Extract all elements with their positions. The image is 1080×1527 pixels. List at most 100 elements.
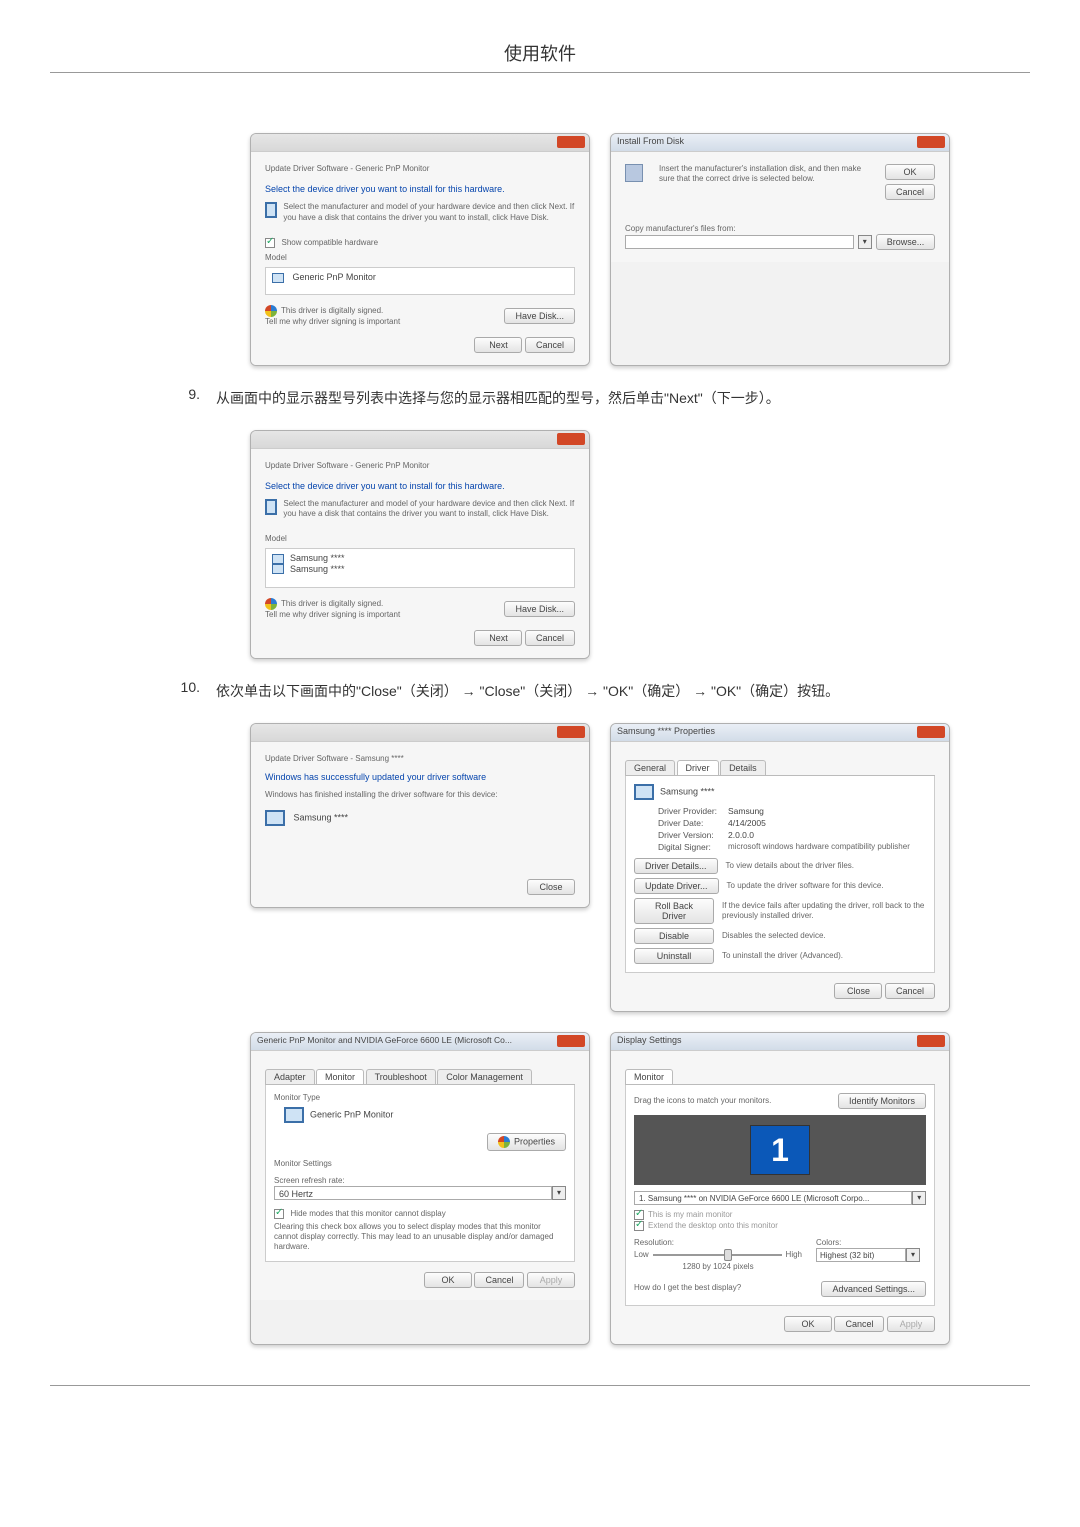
signing-link[interactable]: Tell me why driver signing is important [265,317,400,327]
path-input[interactable] [625,235,854,249]
close-icon[interactable] [557,136,585,148]
model-label: Model [265,534,575,544]
signing-link[interactable]: Tell me why driver signing is important [265,610,400,620]
chevron-down-icon[interactable]: ▾ [552,1186,566,1200]
window-title: Display Settings [617,1035,682,1045]
browse-button[interactable]: Browse... [876,234,935,250]
step-text: 从画面中的显示器型号列表中选择与您的显示器相匹配的型号，然后单击"Next"（下… [216,386,910,411]
rollback-button[interactable]: Roll Back Driver [634,898,714,924]
divider-top [50,72,1030,73]
apply-button[interactable]: Apply [887,1316,935,1332]
step-number: 9. [170,386,200,411]
model-listbox[interactable]: Generic PnP Monitor [265,267,575,295]
update-driver-button[interactable]: Update Driver... [634,878,719,894]
window-install-from-disk: Install From Disk Insert the manufacture… [610,133,950,366]
floppy-icon [625,164,643,182]
tab-adapter[interactable]: Adapter [265,1069,315,1084]
breadcrumb: Update Driver Software - Generic PnP Mon… [265,461,575,471]
close-button[interactable]: Close [527,879,575,895]
window-title: Install From Disk [617,136,684,146]
close-icon[interactable] [917,136,945,148]
next-button[interactable]: Next [474,630,522,646]
tab-general[interactable]: General [625,760,675,775]
instruction-text: Select the manufacturer and model of you… [283,499,575,520]
ok-button[interactable]: OK [784,1316,832,1332]
disable-button[interactable]: Disable [634,928,714,944]
monitor-icon [634,784,654,800]
breadcrumb: Update Driver Software - Samsung **** [265,754,575,764]
monitor-icon [265,810,285,826]
close-icon[interactable] [557,1035,585,1047]
window-title: Samsung **** Properties [617,726,715,736]
close-icon[interactable] [917,1035,945,1047]
identify-button[interactable]: Identify Monitors [838,1093,926,1109]
apply-button[interactable]: Apply [527,1272,575,1288]
monitor-icon [265,202,277,218]
resolution-value: 1280 by 1024 pixels [634,1262,802,1272]
tab-details[interactable]: Details [720,760,766,775]
drag-label: Drag the icons to match your monitors. [634,1096,771,1106]
resolution-slider[interactable] [653,1254,782,1256]
monitor-type-label: Monitor Type [274,1093,566,1103]
window-update-success: Update Driver Software - Samsung **** Wi… [250,723,590,908]
colors-select[interactable]: Highest (32 bit) [816,1248,906,1262]
device-name: Samsung **** [294,813,349,823]
divider-bottom [50,1385,1030,1386]
ok-button[interactable]: OK [424,1272,472,1288]
monitor-select[interactable]: 1. Samsung **** on NVIDIA GeForce 6600 L… [634,1191,912,1205]
step-text: 依次单击以下画面中的"Close"（关闭） → "Close"（关闭） → "O… [216,679,910,704]
window-update-driver-1: Update Driver Software - Generic PnP Mon… [250,133,590,366]
advanced-settings-button[interactable]: Advanced Settings... [821,1281,926,1297]
tab-troubleshoot[interactable]: Troubleshoot [366,1069,436,1084]
cancel-button[interactable]: Cancel [834,1316,884,1332]
cancel-button[interactable]: Cancel [474,1272,524,1288]
show-compat-label: Show compatible hardware [282,238,379,247]
monitor-icon [284,1107,304,1123]
cancel-button[interactable]: Cancel [885,983,935,999]
window-device-properties: Samsung **** Properties General Driver D… [610,723,950,1012]
sub-text: Windows has finished installing the driv… [265,790,575,800]
instruction-text: Select the manufacturer and model of you… [283,202,575,223]
cancel-button[interactable]: Cancel [525,337,575,353]
tab-monitor[interactable]: Monitor [625,1069,673,1084]
ok-button[interactable]: OK [885,164,935,180]
chevron-down-icon[interactable]: ▾ [906,1248,920,1262]
have-disk-button[interactable]: Have Disk... [504,308,575,324]
instruction-text: Insert the manufacturer's installation d… [659,164,877,185]
uninstall-button[interactable]: Uninstall [634,948,714,964]
driver-details-button[interactable]: Driver Details... [634,858,718,874]
tab-monitor[interactable]: Monitor [316,1069,364,1084]
colors-label: Colors: [816,1238,926,1248]
best-display-link[interactable]: How do I get the best display? [634,1283,741,1293]
step-number: 10. [170,679,200,704]
model-listbox[interactable]: Samsung **** Samsung **** [265,548,575,588]
monitor-icon [265,499,277,515]
shield-icon [265,598,277,610]
close-icon[interactable] [557,726,585,738]
properties-button[interactable]: Properties [487,1133,566,1151]
window-display-settings: Display Settings Monitor Drag the icons … [610,1032,950,1345]
heading: Windows has successfully updated your dr… [265,772,575,782]
window-monitor-advanced: Generic PnP Monitor and NVIDIA GeForce 6… [250,1032,590,1345]
breadcrumb: Update Driver Software - Generic PnP Mon… [265,164,575,174]
chevron-down-icon[interactable]: ▾ [912,1191,926,1205]
monitor-settings-label: Monitor Settings [274,1159,566,1169]
hide-modes-desc: Clearing this check box allows you to se… [274,1222,566,1253]
extend-checkbox[interactable] [634,1221,644,1231]
cancel-button[interactable]: Cancel [525,630,575,646]
next-button[interactable]: Next [474,337,522,353]
cancel-button[interactable]: Cancel [885,184,935,200]
close-button[interactable]: Close [834,983,882,999]
hide-modes-checkbox[interactable] [274,1209,284,1219]
refresh-rate-select[interactable]: 60 Hertz [274,1186,552,1200]
close-icon[interactable] [557,433,585,445]
close-icon[interactable] [917,726,945,738]
tab-color-management[interactable]: Color Management [437,1069,532,1084]
have-disk-button[interactable]: Have Disk... [504,601,575,617]
heading: Select the device driver you want to ins… [265,184,575,194]
tab-driver[interactable]: Driver [677,760,719,775]
monitor-preview-1[interactable]: 1 [750,1125,810,1175]
resolution-label: Resolution: [634,1238,802,1248]
chevron-down-icon[interactable]: ▾ [858,235,872,249]
show-compat-checkbox[interactable] [265,238,275,248]
